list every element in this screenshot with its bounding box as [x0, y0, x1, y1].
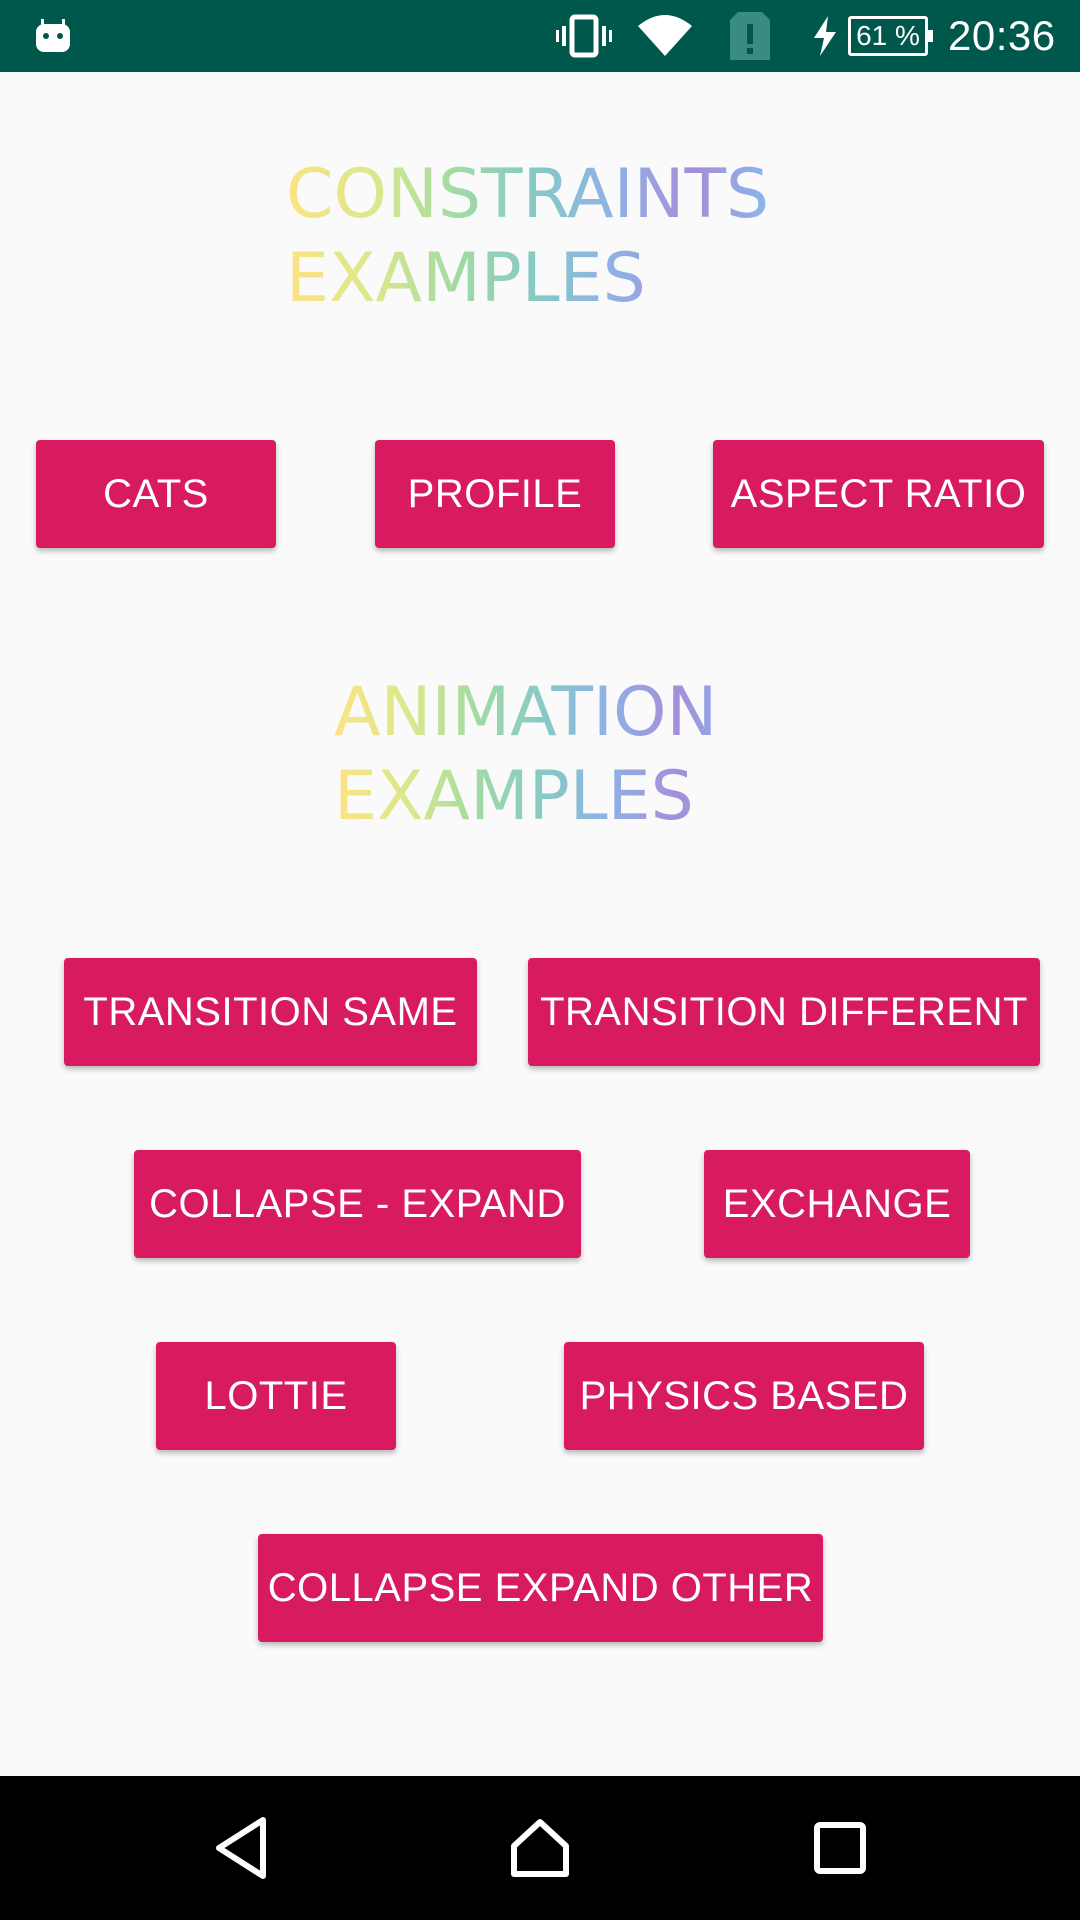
collapse-expand-other-button[interactable]: COLLAPSE EXPAND OTHER	[258, 1534, 823, 1642]
vibrate-icon	[556, 0, 612, 72]
charging-icon	[812, 0, 838, 72]
aspect-ratio-button[interactable]: ASPECT RATIO	[713, 440, 1044, 548]
battery-level: 61 %	[856, 20, 920, 51]
transition-different-button[interactable]: TRANSITION DIFFERENT	[528, 958, 1040, 1066]
physics-based-button[interactable]: PHYSICS BASED	[564, 1342, 924, 1450]
constraints-examples-heading: CONSTRAINTS EXAMPLES	[286, 153, 786, 321]
cats-button[interactable]: CATS	[36, 440, 276, 548]
lottie-button[interactable]: LOTTIE	[156, 1342, 396, 1450]
profile-button[interactable]: PROFILE	[375, 440, 615, 548]
exchange-button[interactable]: EXCHANGE	[704, 1150, 970, 1258]
home-icon[interactable]	[480, 1776, 600, 1920]
recents-icon[interactable]	[780, 1776, 900, 1920]
transition-same-button[interactable]: TRANSITION SAME	[64, 958, 477, 1066]
status-bar: 61 % 20:36	[0, 0, 1080, 72]
navigation-bar	[0, 1776, 1080, 1920]
android-icon	[34, 0, 72, 72]
animation-examples-heading: ANIMATION EXAMPLES	[334, 671, 754, 839]
sim-alert-icon	[728, 0, 772, 72]
clock: 20:36	[948, 12, 1056, 59]
battery-icon: 61 %	[848, 0, 933, 72]
wifi-icon	[636, 0, 694, 72]
back-icon[interactable]	[181, 1776, 301, 1920]
collapse-expand-button[interactable]: COLLAPSE - EXPAND	[134, 1150, 581, 1258]
